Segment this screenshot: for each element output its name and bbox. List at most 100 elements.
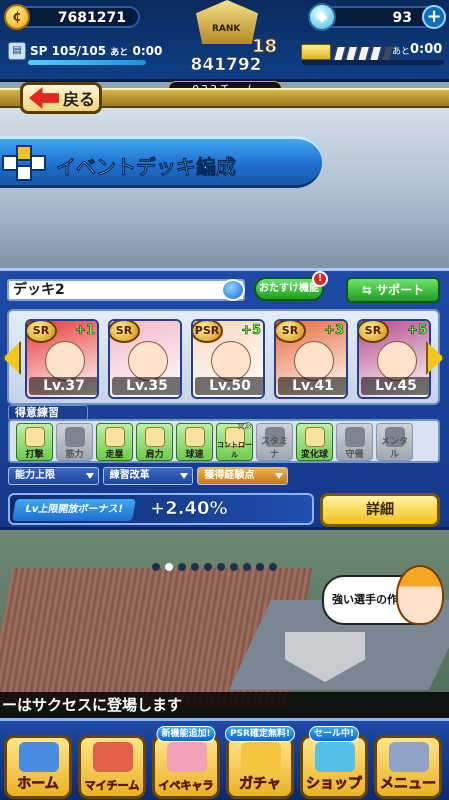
deck-cards-row: SR +1 Lv.37 SR Lv.35 PSR +5 Lv.50 SR +3 Lv.41 SR +5 L… <box>3 309 444 405</box>
skill-icon: 走塁 <box>96 423 133 461</box>
skill-glyph <box>105 427 125 447</box>
nav-art-icon <box>241 742 281 772</box>
skill-icon: コントロール ×3 <box>216 422 253 461</box>
skill-icon: 守備 <box>336 423 373 461</box>
card-level: Lv.50 <box>195 377 263 395</box>
page-title: イベントデッキ編成 <box>56 155 237 180</box>
skill-glyph <box>185 427 205 447</box>
back-button[interactable]: 戻る <box>20 82 102 114</box>
add-gems-button[interactable]: + <box>422 5 446 29</box>
rarity-badge: SR <box>110 321 140 343</box>
skill-multiplier: ×3 <box>237 422 251 432</box>
nav-label: イベキャラ <box>158 779 214 793</box>
carousel-dot[interactable] <box>152 563 160 571</box>
carousel-dot[interactable] <box>269 563 277 571</box>
nav-button[interactable]: ショップ セール中! <box>300 726 368 799</box>
deck-name[interactable]: デッキ2 <box>7 279 245 301</box>
event-character-card[interactable]: PSR +5 Lv.50 <box>191 319 265 399</box>
skill-icon: スタミナ <box>256 423 293 461</box>
nav-label: メニュー <box>380 776 437 793</box>
nav-art-icon <box>167 742 207 772</box>
sp-status: SP 105/105 あと 0:00 <box>30 44 162 58</box>
deck-name-label: デッキ2 <box>13 282 65 298</box>
nav-button[interactable]: イベキャラ 新機能追加! <box>152 726 220 799</box>
filter-dropdown[interactable]: 獲得経験点 <box>197 467 289 485</box>
carousel-dot[interactable] <box>191 563 199 571</box>
nav-label: ガチャ <box>239 776 282 793</box>
skill-icon: 肩力 <box>136 423 173 461</box>
rarity-badge: PSR <box>193 321 223 343</box>
event-character-card[interactable]: SR +1 Lv.37 <box>25 319 99 399</box>
support-button[interactable]: ⇆ サポート <box>346 277 440 303</box>
diamond-icon: ◆ <box>308 3 336 31</box>
rarity-badge: SR <box>359 321 389 343</box>
filter-row: 能力上限 練習改革 獲得経験点 <box>8 467 289 485</box>
skill-label: 守備 <box>345 450 364 460</box>
sp-time: 0:00 <box>132 44 163 58</box>
rank-shield-icon <box>196 0 258 44</box>
carousel-dot[interactable] <box>230 563 238 571</box>
scroll-left-icon[interactable] <box>3 341 21 375</box>
page-title-band: イベントデッキ編成 <box>0 136 322 188</box>
edit-pencil-icon[interactable] <box>221 279 245 301</box>
rank-emblem[interactable]: RANK 18 841792 <box>182 0 278 82</box>
event-character-card[interactable]: SR +5 Lv.45 <box>357 319 431 399</box>
chevron-down-icon <box>85 473 94 479</box>
carousel-dot[interactable] <box>204 563 212 571</box>
skill-label: 変化球 <box>300 450 328 460</box>
character-face <box>128 341 168 381</box>
sp-bar-fill <box>28 60 146 65</box>
stamina-bar <box>302 60 444 65</box>
card-level: Lv.37 <box>29 377 97 395</box>
coin-icon: ¢ <box>4 4 30 30</box>
event-character-card[interactable]: SR Lv.35 <box>108 319 182 399</box>
deck-panel: デッキ2 おたすけ機能 ! ⇆ サポート SR +1 Lv.37 SR Lv.35 PSR… <box>0 268 449 530</box>
nav-button[interactable]: マイチーム <box>78 735 146 799</box>
nav-art-icon <box>19 742 59 772</box>
rarity-badge: SR <box>27 321 57 343</box>
ticket-icon <box>301 44 331 60</box>
grid-square <box>30 155 46 171</box>
carousel-dot[interactable] <box>217 563 225 571</box>
skill-icon: 筋力 <box>56 423 93 461</box>
rarity-badge: SR <box>276 321 306 343</box>
filter-dropdown[interactable]: 練習改革 <box>102 467 194 485</box>
rank-level: 18 <box>251 36 278 58</box>
gem-counter: ◆ 93 + <box>308 3 446 31</box>
support-label: サポート <box>376 283 425 297</box>
guide-character-avatar[interactable] <box>396 565 444 625</box>
nav-button[interactable]: メニュー <box>374 735 442 799</box>
nav-button[interactable]: ホーム <box>4 735 72 799</box>
nav-button[interactable]: ガチャ PSR確定無料! <box>224 726 296 799</box>
skill-label: スタミナ <box>260 437 288 460</box>
skill-label: 打撃 <box>25 450 44 460</box>
help-function-button[interactable]: おたすけ機能 ! <box>254 271 328 301</box>
alert-badge: ! <box>312 271 328 287</box>
top-status-bar: ¢ 7681271 ◆ 93 + ▤ SP 105/105 あと 0:00 RA… <box>0 0 449 82</box>
coin-counter: ¢ 7681271 <box>4 4 140 30</box>
chevron-down-icon <box>180 473 189 479</box>
carousel-dot[interactable] <box>165 563 173 571</box>
nav-art-icon <box>315 742 355 772</box>
carousel-dot[interactable] <box>178 563 186 571</box>
scroll-right-icon[interactable] <box>426 341 444 375</box>
stamina-suffix: あと <box>392 47 411 57</box>
skill-icon: 打撃 <box>16 423 53 461</box>
back-arrow-icon <box>29 87 59 109</box>
nav-badge: 新機能追加! <box>156 726 216 742</box>
bonus-value: +2.40% <box>150 498 228 520</box>
bonus-bar: Lv上限開放ボーナス! +2.40% <box>8 493 314 525</box>
nav-label: マイチーム <box>84 779 140 793</box>
carousel-dots <box>152 563 277 571</box>
event-character-card[interactable]: SR +3 Lv.41 <box>274 319 348 399</box>
skill-glyph <box>345 427 365 447</box>
sp-label: SP <box>30 44 48 58</box>
skill-glyph <box>65 427 85 447</box>
skill-icon: 球速 <box>176 423 213 461</box>
character-face <box>294 341 334 381</box>
filter-dropdown[interactable]: 能力上限 <box>8 467 99 485</box>
carousel-dot[interactable] <box>243 563 251 571</box>
sp-value: 105/105 <box>51 44 107 58</box>
carousel-dot[interactable] <box>256 563 264 571</box>
detail-button[interactable]: 詳細 <box>320 493 440 527</box>
